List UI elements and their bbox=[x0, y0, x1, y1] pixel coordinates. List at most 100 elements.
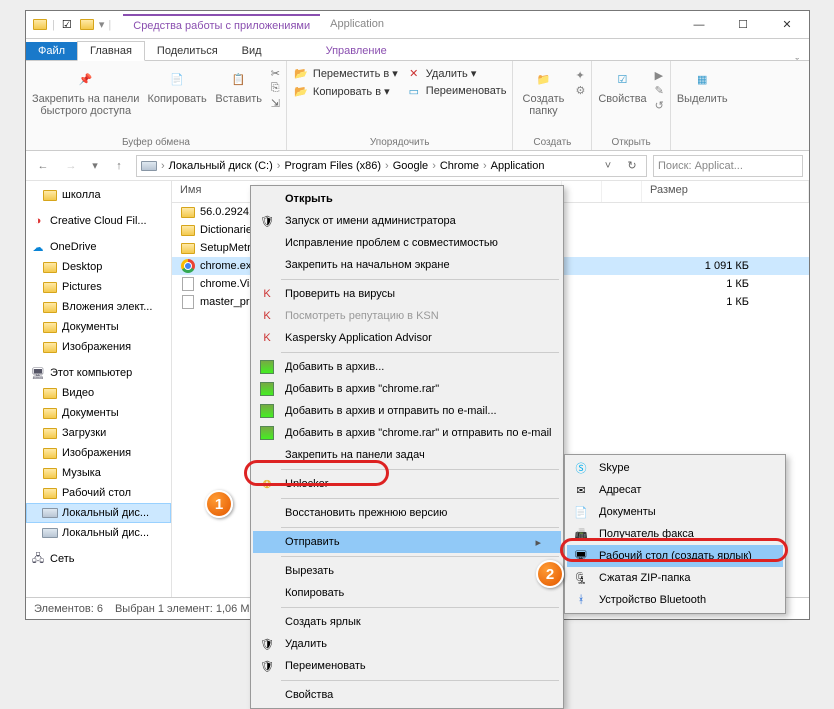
history-icon[interactable]: ↺ bbox=[655, 99, 664, 112]
maximize-button[interactable]: ☐ bbox=[721, 11, 765, 39]
tree-item[interactable]: Pictures bbox=[26, 277, 171, 297]
edit-icon[interactable]: ✎ bbox=[655, 84, 664, 97]
menu-item[interactable]: 🖥Рабочий стол (создать ярлык) bbox=[567, 545, 783, 567]
tree-item[interactable]: 🖥Этот компьютер bbox=[26, 363, 171, 383]
crumb[interactable]: Локальный диск (C:) bbox=[169, 160, 273, 172]
menu-item[interactable]: Исправление проблем с совместимостью bbox=[253, 232, 561, 254]
newitem-icon[interactable]: ✦ bbox=[575, 69, 585, 82]
group-select bbox=[677, 146, 728, 148]
tree-item[interactable]: Видео bbox=[26, 383, 171, 403]
folder-icon[interactable] bbox=[79, 17, 95, 33]
cut-icon[interactable]: ✂ bbox=[271, 67, 280, 80]
tree-item[interactable]: школла bbox=[26, 185, 171, 205]
tree-item[interactable]: Документы bbox=[26, 317, 171, 337]
properties-button[interactable]: ☑Свойства bbox=[598, 65, 646, 105]
menu-item[interactable]: 🛡Запуск от имени администратора bbox=[253, 210, 561, 232]
context-menu[interactable]: Открыть🛡Запуск от имени администратораИс… bbox=[250, 185, 564, 709]
crumb[interactable]: Chrome bbox=[440, 160, 479, 172]
tree-item[interactable]: 🖧Сеть bbox=[26, 549, 171, 569]
pasteshortcut-icon[interactable]: ⇲ bbox=[271, 97, 280, 110]
menu-item[interactable]: Копировать bbox=[253, 582, 561, 604]
easyaccess-icon[interactable]: ⚙ bbox=[575, 84, 585, 97]
newfolder-button[interactable]: 📁Создать папку bbox=[519, 65, 567, 117]
tree-item[interactable]: Изображения bbox=[26, 443, 171, 463]
open-icon[interactable]: ▶ bbox=[655, 69, 664, 82]
menu-item[interactable]: Закрепить на панели задач bbox=[253, 444, 561, 466]
sendto-submenu[interactable]: ⓈSkype✉Адресат📄Документы📠Получатель факс… bbox=[564, 454, 786, 614]
col-type[interactable] bbox=[602, 181, 642, 202]
tab-file[interactable]: Файл bbox=[26, 42, 77, 60]
shield-icon: 🛡 bbox=[257, 658, 277, 674]
nav-tree[interactable]: школла ◑Creative Cloud Fil... ☁OneDriveDes… bbox=[26, 181, 172, 597]
tree-item[interactable]: ☁OneDrive bbox=[26, 237, 171, 257]
menu-item[interactable]: ✪Unlocker bbox=[253, 473, 561, 495]
menu-item[interactable]: KПосмотреть репутацию в KSN bbox=[253, 305, 561, 327]
menu-item[interactable]: Добавить в архив "chrome.rar" bbox=[253, 378, 561, 400]
paste-button[interactable]: 📋Вставить bbox=[215, 65, 263, 105]
forward-button[interactable]: → bbox=[60, 155, 82, 177]
refresh-icon[interactable]: ↻ bbox=[622, 159, 642, 172]
close-button[interactable]: ✕ bbox=[765, 11, 809, 39]
menu-item[interactable]: Добавить в архив и отправить по e-mail..… bbox=[253, 400, 561, 422]
menu-item[interactable]: 🗜Сжатая ZIP-папка bbox=[567, 567, 783, 589]
copypath-icon[interactable]: ⎘ bbox=[271, 82, 280, 95]
menu-item[interactable]: 📄Документы bbox=[567, 501, 783, 523]
menu-item[interactable]: Добавить в архив... bbox=[253, 356, 561, 378]
tree-item[interactable]: Desktop bbox=[26, 257, 171, 277]
back-button[interactable]: ← bbox=[32, 155, 54, 177]
crumb[interactable]: Application bbox=[491, 160, 545, 172]
menu-item[interactable]: KKaspersky Application Advisor bbox=[253, 327, 561, 349]
menu-item[interactable]: Открыть bbox=[253, 188, 561, 210]
folder-icon bbox=[42, 187, 58, 203]
tree-item[interactable]: Изображения bbox=[26, 337, 171, 357]
menu-item[interactable]: Закрепить на начальном экране bbox=[253, 254, 561, 276]
tab-view[interactable]: Вид bbox=[230, 42, 274, 60]
tab-manage[interactable]: Управление bbox=[314, 42, 399, 60]
blank-icon bbox=[257, 585, 277, 601]
col-size[interactable]: Размер bbox=[642, 181, 809, 202]
tree-item[interactable]: Вложения элект... bbox=[26, 297, 171, 317]
search-input[interactable]: Поиск: Applicat... bbox=[653, 155, 803, 177]
col-date[interactable] bbox=[562, 181, 602, 202]
menu-item[interactable]: ⓈSkype bbox=[567, 457, 783, 479]
tree-item[interactable]: Локальный дис... bbox=[26, 503, 171, 523]
menu-item[interactable]: ✉Адресат bbox=[567, 479, 783, 501]
collapse-ribbon-icon[interactable]: ˬ bbox=[785, 48, 809, 60]
menu-item[interactable]: ᚼУстройство Bluetooth bbox=[567, 589, 783, 611]
crumb[interactable]: Program Files (x86) bbox=[284, 160, 381, 172]
breadcrumb[interactable]: › Локальный диск (C:)› Program Files (x8… bbox=[136, 155, 647, 177]
menu-item[interactable]: Восстановить прежнюю версию bbox=[253, 502, 561, 524]
copyto-button[interactable]: 📂Копировать в ▾ bbox=[293, 83, 398, 99]
recent-button[interactable]: ▾ bbox=[88, 155, 102, 177]
tree-item[interactable]: Рабочий стол bbox=[26, 483, 171, 503]
pin-button[interactable]: 📌Закрепить на панели быстрого доступа bbox=[32, 65, 139, 117]
mail-icon: ✉ bbox=[571, 482, 591, 498]
menu-item[interactable]: 🛡Удалить bbox=[253, 633, 561, 655]
moveto-button[interactable]: 📂Переместить в ▾ bbox=[293, 65, 398, 81]
menu-item[interactable]: Отправить▸ bbox=[253, 531, 561, 553]
menu-item[interactable]: Добавить в архив "chrome.rar" и отправит… bbox=[253, 422, 561, 444]
menu-item[interactable]: Вырезать bbox=[253, 560, 561, 582]
minimize-button[interactable]: — bbox=[677, 11, 721, 39]
menu-item[interactable]: Свойства bbox=[253, 684, 561, 706]
properties-icon[interactable]: ☑ bbox=[59, 17, 75, 33]
tree-item[interactable]: Загрузки bbox=[26, 423, 171, 443]
rename-button[interactable]: ▭Переименовать bbox=[406, 83, 507, 99]
up-button[interactable]: ↑ bbox=[108, 155, 130, 177]
menu-item[interactable]: 📠Получатель факса bbox=[567, 523, 783, 545]
tab-home[interactable]: Главная bbox=[77, 41, 145, 61]
qat-dropdown-icon[interactable]: ▾ bbox=[99, 18, 105, 31]
tree-item[interactable]: Документы bbox=[26, 403, 171, 423]
addr-dropdown-icon[interactable]: ˅ bbox=[598, 160, 618, 172]
copy-button[interactable]: 📄Копировать bbox=[147, 65, 206, 105]
delete-button[interactable]: ✕Удалить ▾ bbox=[406, 65, 507, 81]
tree-item[interactable]: Музыка bbox=[26, 463, 171, 483]
tab-share[interactable]: Поделиться bbox=[145, 42, 230, 60]
menu-item[interactable]: 🛡Переименовать bbox=[253, 655, 561, 677]
tree-item[interactable]: ◑Creative Cloud Fil... bbox=[26, 211, 171, 231]
tree-item[interactable]: Локальный дис... bbox=[26, 523, 171, 543]
menu-item[interactable]: Создать ярлык bbox=[253, 611, 561, 633]
select-button[interactable]: ▦Выделить bbox=[677, 65, 728, 105]
menu-item[interactable]: KПроверить на вирусы bbox=[253, 283, 561, 305]
crumb[interactable]: Google bbox=[393, 160, 428, 172]
